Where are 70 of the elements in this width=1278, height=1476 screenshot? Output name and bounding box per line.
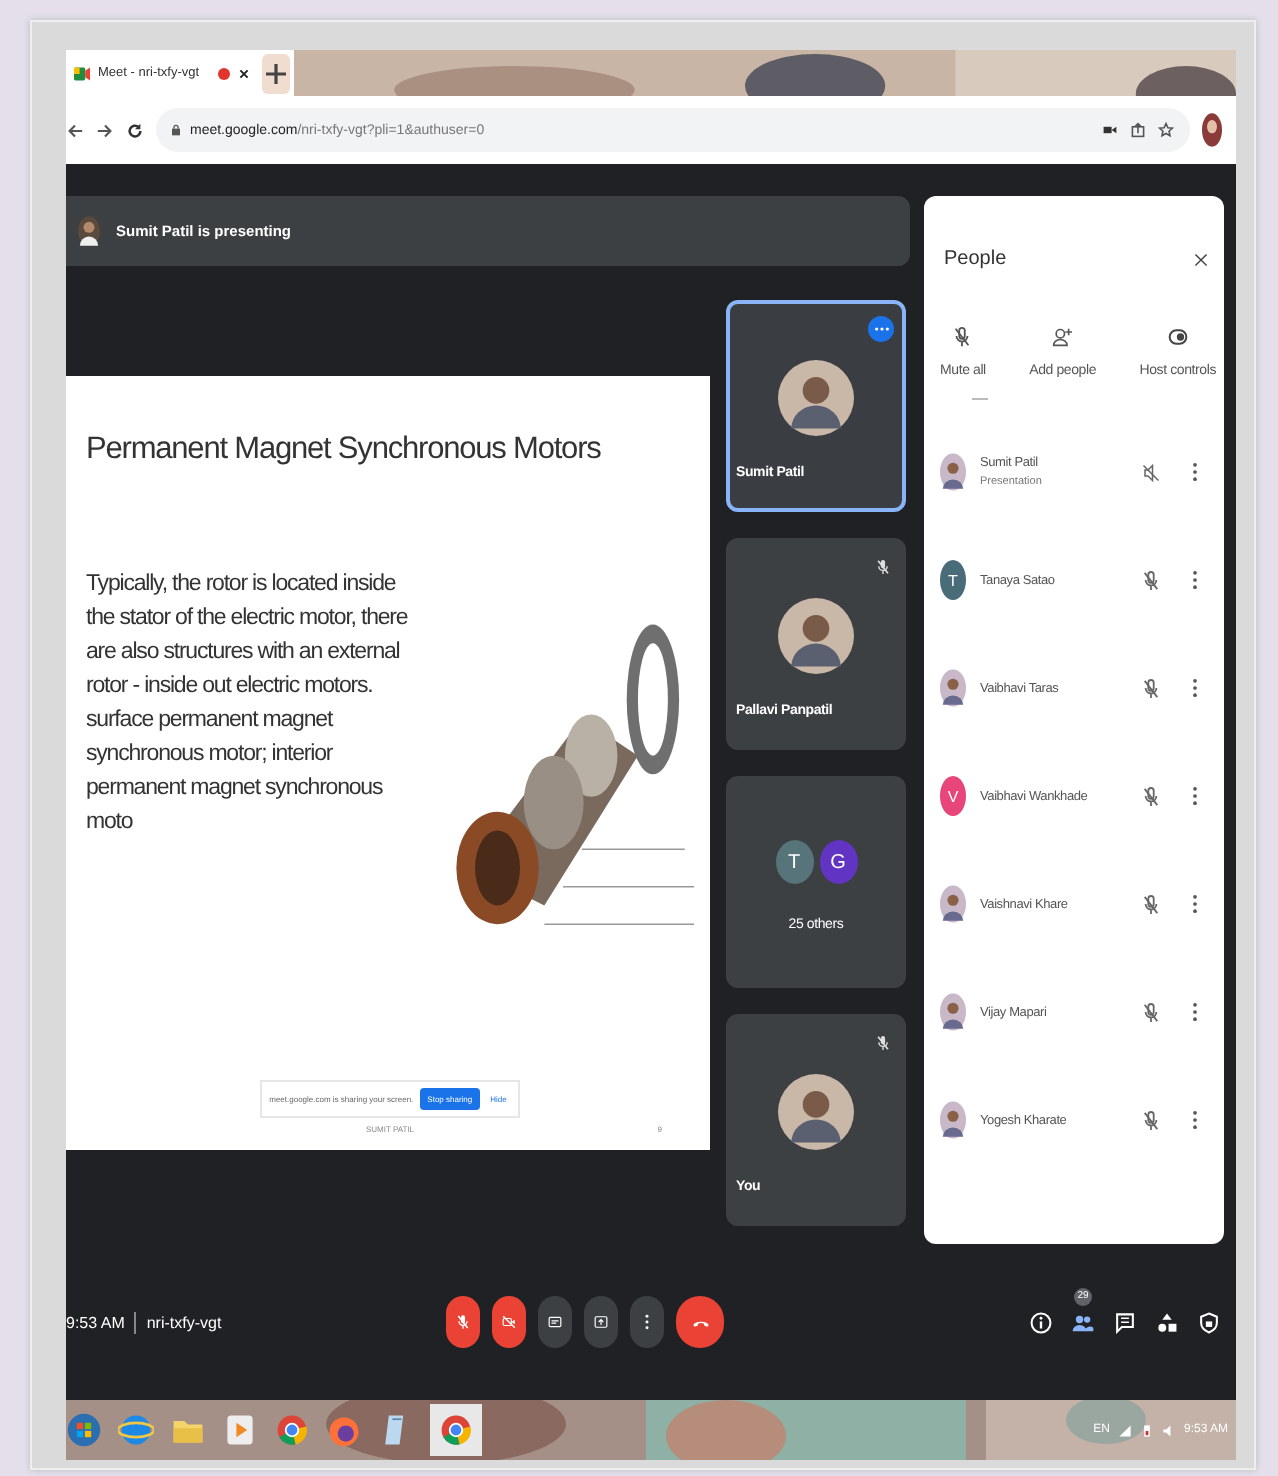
more-options-icon xyxy=(640,1314,654,1330)
more-options-button[interactable] xyxy=(868,316,894,342)
avatar-icon xyxy=(778,598,854,674)
meeting-code: nri-txfy-vgt xyxy=(146,1313,222,1331)
camera-button[interactable] xyxy=(492,1296,526,1348)
muted-mic-icon[interactable] xyxy=(1142,785,1160,807)
info-icon[interactable] xyxy=(1030,1311,1052,1333)
muted-mic-icon xyxy=(456,1314,470,1330)
close-icon[interactable] xyxy=(1194,251,1208,267)
present-button[interactable] xyxy=(584,1296,618,1348)
more-options-icon[interactable] xyxy=(1192,786,1198,806)
close-icon[interactable] xyxy=(238,67,250,79)
avatar-icon xyxy=(940,452,966,492)
avatar-icon xyxy=(940,668,966,708)
muted-mic-icon[interactable] xyxy=(1142,1001,1160,1023)
more-dots-icon xyxy=(873,326,889,332)
meeting-time: 9:53 AM xyxy=(66,1313,125,1331)
back-arrow-icon[interactable] xyxy=(66,121,84,139)
muted-mic-icon xyxy=(952,326,973,348)
avatar-letter: T xyxy=(940,560,966,600)
avatar-icon xyxy=(778,1074,854,1150)
forward-arrow-icon[interactable] xyxy=(96,121,114,139)
mic-button[interactable] xyxy=(446,1296,480,1348)
avatar-icon xyxy=(940,992,966,1032)
slide-bullet-text: Typically, the rotor is located inside the stator of the electric motor, there are also structures with an external rotor - inside out electric motors. surface permanent magnet synchronous motor; interior permanent magnet synchronous moto xyxy=(86,570,410,838)
toggle-icon xyxy=(1167,326,1188,348)
present-screen-icon xyxy=(594,1314,608,1330)
captions-button[interactable] xyxy=(538,1296,572,1348)
muted-mic-icon[interactable] xyxy=(1142,569,1160,591)
plus-icon[interactable] xyxy=(262,53,290,93)
panel-title: People xyxy=(944,248,1007,270)
hang-up-icon xyxy=(691,1317,709,1327)
avatar-letter: G xyxy=(819,840,857,884)
more-options-icon[interactable] xyxy=(1192,1002,1198,1022)
more-options-icon[interactable] xyxy=(1192,462,1198,482)
play-icon[interactable] xyxy=(222,1410,258,1450)
lock-icon xyxy=(172,124,180,136)
more-options-icon[interactable] xyxy=(1192,1110,1198,1130)
more-options-icon[interactable] xyxy=(1192,894,1198,914)
avatar-icon xyxy=(778,360,854,436)
muted-mic-icon[interactable] xyxy=(1142,893,1160,915)
camera-off-icon xyxy=(502,1314,516,1330)
camera-icon xyxy=(74,65,90,81)
reload-icon[interactable] xyxy=(126,121,144,139)
chat-icon[interactable] xyxy=(1114,1311,1136,1333)
avatar-icon xyxy=(940,884,966,924)
avatar-icon xyxy=(940,1100,966,1140)
camera-icon[interactable] xyxy=(1102,122,1118,138)
muted-mic-icon[interactable] xyxy=(1142,677,1160,699)
leave-button[interactable] xyxy=(676,1296,724,1348)
avatar-icon xyxy=(78,216,100,246)
avatar-icon[interactable] xyxy=(1202,112,1222,148)
muted-speaker-icon[interactable] xyxy=(1142,461,1160,483)
more-options-icon[interactable] xyxy=(1192,678,1198,698)
people-icon[interactable] xyxy=(1072,1311,1094,1333)
muted-mic-icon[interactable] xyxy=(1142,1109,1160,1131)
star-icon[interactable] xyxy=(1158,122,1174,138)
more-options-icon[interactable] xyxy=(1192,570,1198,590)
add-person-icon xyxy=(1052,326,1073,348)
captions-icon xyxy=(548,1314,562,1330)
shield-icon[interactable] xyxy=(1198,1311,1220,1333)
battery-icon[interactable] xyxy=(1139,1423,1154,1437)
chrome-icon[interactable] xyxy=(274,1410,310,1450)
avatar-letter: V xyxy=(940,776,966,816)
shapes-icon[interactable] xyxy=(1156,1311,1178,1333)
start-button[interactable] xyxy=(66,1410,102,1450)
avatar-letter: T xyxy=(775,840,813,884)
share-icon[interactable] xyxy=(1130,122,1146,138)
slide-title: Permanent Magnet Synchronous Motors xyxy=(86,432,603,468)
chrome-icon[interactable] xyxy=(430,1404,482,1456)
